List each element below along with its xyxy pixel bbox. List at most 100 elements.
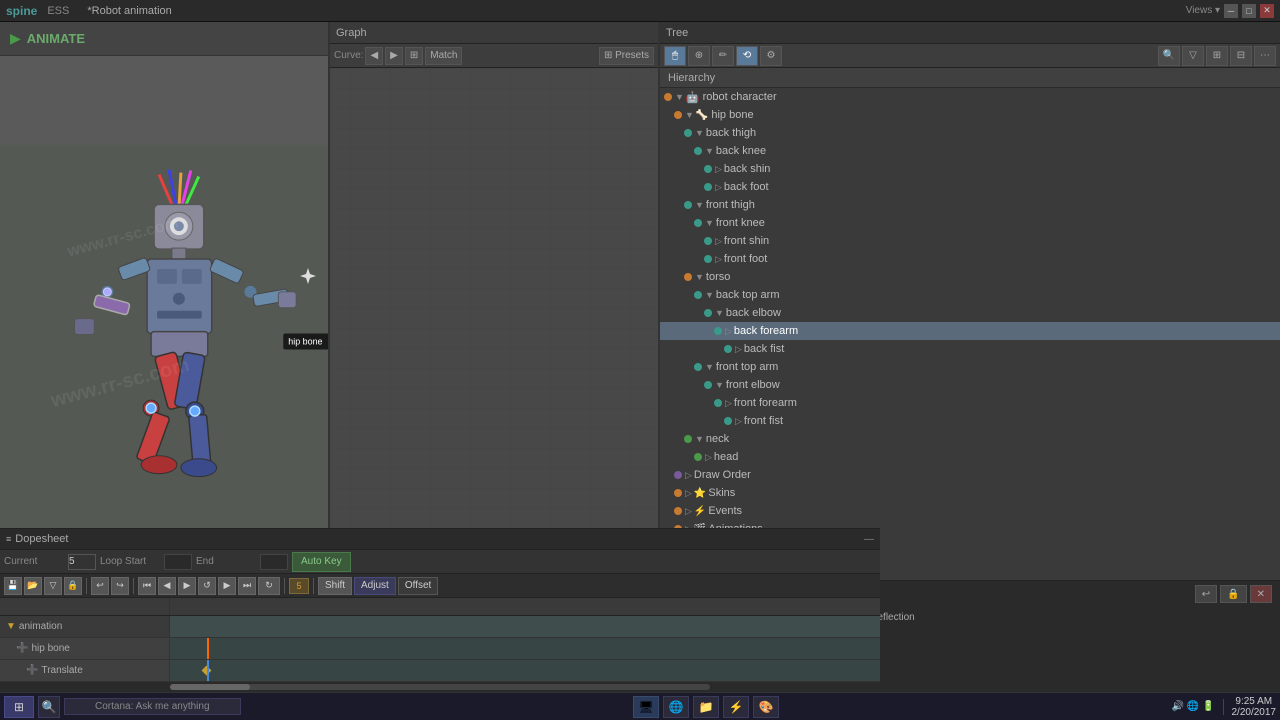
translate-track-label: ➕ Translate bbox=[0, 660, 170, 681]
taskbar-app-3[interactable]: 📁 bbox=[693, 696, 719, 718]
translate-keyframe bbox=[207, 660, 209, 681]
tree-item[interactable]: ▼ front top arm bbox=[660, 358, 1280, 376]
autokey-btn[interactable]: Auto Key bbox=[292, 552, 351, 572]
views-menu[interactable]: Views ▾ bbox=[1186, 5, 1220, 16]
filter-btn[interactable]: ▽ bbox=[44, 577, 62, 595]
play-btn[interactable]: ▶ bbox=[178, 577, 196, 595]
tree-item[interactable]: ▷ front fist bbox=[660, 412, 1280, 430]
tree-item[interactable]: ▷ front shin bbox=[660, 232, 1280, 250]
tree-tool-6[interactable]: 🔍 bbox=[1158, 46, 1180, 66]
close-btn[interactable]: ✕ bbox=[1260, 4, 1274, 18]
tree-item-label: front forearm bbox=[734, 397, 797, 409]
minimize-btn[interactable]: ─ bbox=[1224, 4, 1238, 18]
tree-content[interactable]: ▼ 🤖 robot character ▼ 🦴 hip bone ▼ back … bbox=[660, 88, 1280, 580]
file-title: *Robot animation bbox=[87, 5, 171, 17]
taskbar-app-5[interactable]: 🎨 bbox=[753, 696, 779, 718]
tree-item-label: Skins bbox=[708, 487, 735, 499]
search-btn[interactable]: 🔍 bbox=[38, 696, 60, 718]
tree-tool-9[interactable]: ⊟ bbox=[1230, 46, 1252, 66]
bone-info-close[interactable]: ✕ bbox=[1250, 585, 1272, 603]
tree-item[interactable]: ▷ back foot bbox=[660, 178, 1280, 196]
bone-info-btn2[interactable]: 🔒 bbox=[1220, 585, 1246, 603]
loop-start-input[interactable] bbox=[164, 554, 192, 570]
tree-item[interactable]: ▷ head bbox=[660, 448, 1280, 466]
hierarchy-label: Hierarchy bbox=[660, 68, 1280, 88]
taskbar-app-2[interactable]: 🌐 bbox=[663, 696, 689, 718]
tree-item-label: back thigh bbox=[706, 127, 756, 139]
taskbar-app-1[interactable]: 🖥 bbox=[633, 696, 659, 718]
tree-tool-7[interactable]: ▽ bbox=[1182, 46, 1204, 66]
tree-item-label: Draw Order bbox=[694, 469, 751, 481]
tree-item[interactable]: ▷ back fist bbox=[660, 340, 1280, 358]
presets-btn[interactable]: ⊞ Presets bbox=[599, 47, 654, 65]
timeline-tracks[interactable]: ▼ animation ➕ hip bone bbox=[0, 616, 880, 682]
loop-toggle-btn[interactable]: ↻ bbox=[258, 577, 280, 595]
taskbar-app-4[interactable]: ⚡ bbox=[723, 696, 749, 718]
start-btn[interactable]: ⊞ bbox=[4, 696, 34, 718]
tree-item[interactable]: ▷ ⚡ Events bbox=[660, 502, 1280, 520]
tree-item[interactable]: ▼ front elbow bbox=[660, 376, 1280, 394]
maximize-btn[interactable]: □ bbox=[1242, 4, 1256, 18]
tree-item[interactable]: ▷ front foot bbox=[660, 250, 1280, 268]
skip-end-btn[interactable]: ⏭ bbox=[238, 577, 256, 595]
tree-item[interactable]: ▼ torso bbox=[660, 268, 1280, 286]
tree-item-label: front foot bbox=[724, 253, 767, 265]
tree-item-label: front elbow bbox=[726, 379, 780, 391]
tree-tool-1[interactable]: 🖱 bbox=[664, 46, 686, 66]
animate-icon: ▶ bbox=[10, 30, 21, 47]
tree-tool-8[interactable]: ⊞ bbox=[1206, 46, 1228, 66]
loop-start-label: Loop Start bbox=[100, 556, 160, 567]
tree-item-back-forearm[interactable]: ▷ back forearm bbox=[660, 322, 1280, 340]
end-input[interactable] bbox=[260, 554, 288, 570]
timeline-header: 0 5 10 15 20 25 30 35 40 45 50 55 60 65 … bbox=[0, 598, 880, 616]
load-btn[interactable]: 📂 bbox=[24, 577, 42, 595]
tree-item[interactable]: ▼ front knee bbox=[660, 214, 1280, 232]
tree-tool-2[interactable]: ⊕ bbox=[688, 46, 710, 66]
tree-item[interactable]: ▷ back shin bbox=[660, 160, 1280, 178]
tree-item[interactable]: ▼ front thigh bbox=[660, 196, 1280, 214]
tree-item-label: head bbox=[714, 451, 738, 463]
save-btn[interactable]: 💾 bbox=[4, 577, 22, 595]
next-frame-btn[interactable]: ▶ bbox=[218, 577, 236, 595]
lock-btn[interactable]: 🔒 bbox=[64, 577, 82, 595]
graph-btn2[interactable]: ▶ bbox=[385, 47, 403, 65]
tree-item-label: back shin bbox=[724, 163, 770, 175]
undo-btn[interactable]: ↩ bbox=[91, 577, 109, 595]
tree-item-label: Events bbox=[708, 505, 742, 517]
play-loop-btn[interactable]: ↺ bbox=[198, 577, 216, 595]
graph-label: Graph bbox=[336, 27, 367, 39]
bone-info-btn1[interactable]: ↩ bbox=[1195, 585, 1217, 603]
tree-item[interactable]: ▼ back thigh bbox=[660, 124, 1280, 142]
adjust-btn[interactable]: Adjust bbox=[354, 577, 396, 595]
tree-item[interactable]: ▷ front forearm bbox=[660, 394, 1280, 412]
tree-item[interactable]: ▼ neck bbox=[660, 430, 1280, 448]
tree-item[interactable]: ▼ back elbow bbox=[660, 304, 1280, 322]
match-btn[interactable]: Match bbox=[425, 47, 462, 65]
tree-item-label: back top arm bbox=[716, 289, 780, 301]
tree-tool-10[interactable]: ⋯ bbox=[1254, 46, 1276, 66]
current-input[interactable] bbox=[68, 554, 96, 570]
tree-item-label: neck bbox=[706, 433, 729, 445]
tree-item[interactable]: ▼ 🦴 hip bone bbox=[660, 106, 1280, 124]
graph-btn1[interactable]: ◀ bbox=[365, 47, 383, 65]
tree-item[interactable]: ▼ back knee bbox=[660, 142, 1280, 160]
cortana-label: Cortana: Ask me anything bbox=[64, 698, 241, 715]
tree-item-label: robot character bbox=[703, 91, 777, 103]
tree-item[interactable]: ▷ ⭐ Skins bbox=[660, 484, 1280, 502]
tree-item-label: front knee bbox=[716, 217, 765, 229]
prev-frame-btn[interactable]: ◀ bbox=[158, 577, 176, 595]
tree-item[interactable]: ▼ 🤖 robot character bbox=[660, 88, 1280, 106]
graph-btn3[interactable]: ⊞ bbox=[405, 47, 423, 65]
tree-item[interactable]: ▼ back top arm bbox=[660, 286, 1280, 304]
redo-btn[interactable]: ↪ bbox=[111, 577, 129, 595]
scrollbar-thumb[interactable] bbox=[170, 684, 250, 690]
shift-btn[interactable]: Shift bbox=[318, 577, 352, 595]
skip-start-btn[interactable]: ⏮ bbox=[138, 577, 156, 595]
offset-btn[interactable]: Offset bbox=[398, 577, 439, 595]
tree-tool-5[interactable]: ⚙ bbox=[760, 46, 782, 66]
track-playhead bbox=[207, 638, 209, 659]
tree-item[interactable]: ▷ Draw Order bbox=[660, 466, 1280, 484]
tree-tool-4[interactable]: ⟲ bbox=[736, 46, 758, 66]
dopesheet-max-btn[interactable]: — bbox=[864, 534, 874, 545]
tree-tool-3[interactable]: ✏ bbox=[712, 46, 734, 66]
